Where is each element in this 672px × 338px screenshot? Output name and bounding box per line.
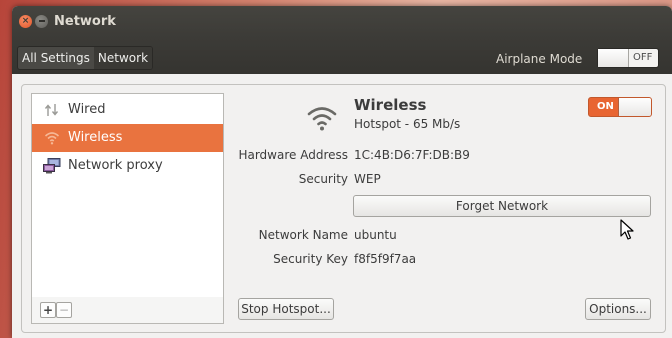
window-title: Network	[54, 14, 116, 29]
device-list: Wired Wireless Network proxy	[31, 93, 224, 298]
stop-hotspot-button[interactable]: Stop Hotspot...	[238, 298, 334, 320]
sidebar-item-label: Wireless	[68, 130, 123, 145]
network-proxy-icon	[43, 158, 61, 174]
sidebar-item-network-proxy[interactable]: Network proxy	[32, 152, 223, 180]
wireless-power-toggle[interactable]: ON	[588, 97, 652, 117]
breadcrumb-all-settings[interactable]: All Settings	[18, 47, 94, 69]
security-label: Security	[298, 172, 348, 186]
device-list-toolbar: + −	[31, 297, 224, 324]
connection-status: Hotspot - 65 Mb/s	[354, 117, 461, 131]
wifi-signal-icon	[307, 107, 337, 131]
minimize-window-button[interactable]	[35, 15, 48, 28]
network-settings-window: × Network All Settings Network Airplane …	[12, 6, 672, 338]
add-device-button[interactable]: +	[40, 302, 56, 318]
device-name: Wireless	[354, 96, 427, 114]
wireless-power-state: ON	[597, 101, 614, 112]
security-value: WEP	[354, 172, 381, 186]
breadcrumb-network[interactable]: Network	[93, 47, 153, 69]
toggle-knob	[598, 49, 629, 67]
toolbar: All Settings Network Airplane Mode OFF	[12, 38, 672, 74]
network-panel: Wired Wireless Network proxy + − Wireles…	[21, 84, 666, 333]
sidebar-item-wireless[interactable]: Wireless	[32, 124, 223, 152]
options-button[interactable]: Options...	[585, 298, 651, 320]
security-key-value: f8f5f9f7aa	[354, 252, 417, 266]
mouse-pointer-icon	[620, 219, 634, 240]
remove-device-button[interactable]: −	[56, 302, 72, 318]
airplane-mode-state: OFF	[633, 52, 653, 63]
wifi-icon	[44, 132, 60, 145]
title-bar: × Network	[12, 6, 672, 38]
sidebar-item-label: Wired	[68, 102, 106, 117]
close-window-button[interactable]: ×	[19, 15, 32, 28]
forget-network-button[interactable]: Forget Network	[353, 195, 651, 217]
hardware-address-value: 1C:4B:D6:7F:DB:B9	[354, 148, 470, 162]
airplane-mode-label: Airplane Mode	[496, 52, 583, 66]
sidebar-item-wired[interactable]: Wired	[32, 96, 223, 124]
network-name-value: ubuntu	[354, 228, 397, 242]
security-key-label: Security Key	[273, 252, 348, 266]
breadcrumb: All Settings Network	[17, 46, 154, 70]
network-name-label: Network Name	[258, 228, 348, 242]
sidebar-item-label: Network proxy	[68, 158, 163, 173]
wired-arrows-icon	[44, 104, 59, 116]
toggle-knob	[618, 98, 651, 116]
airplane-mode-toggle[interactable]: OFF	[597, 48, 659, 68]
hardware-address-label: Hardware Address	[238, 148, 348, 162]
